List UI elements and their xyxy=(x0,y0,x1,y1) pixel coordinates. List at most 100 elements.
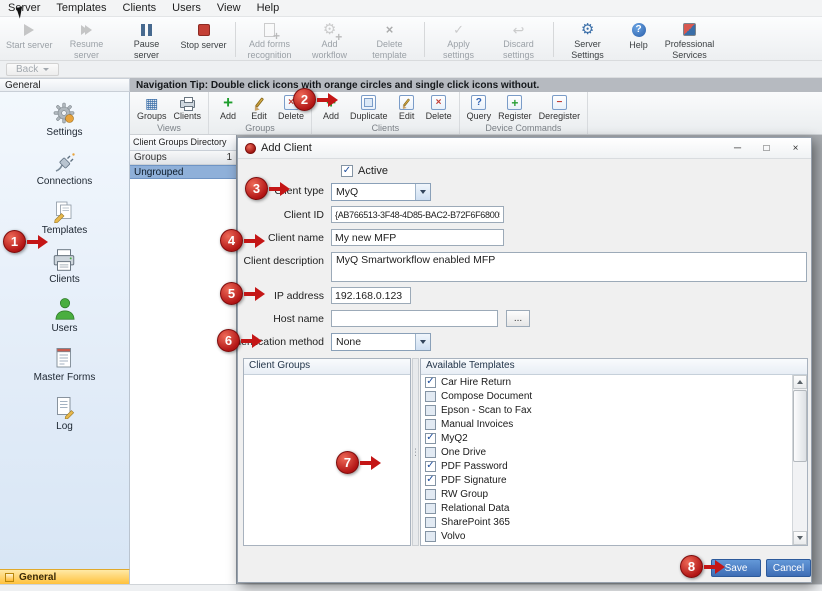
ribbon-button-clients-delete[interactable]: ×Delete xyxy=(424,93,454,121)
checkbox-myq2[interactable] xyxy=(425,433,436,444)
ribbon-button-groups-edit[interactable]: Edit xyxy=(245,93,273,121)
active-checkbox[interactable] xyxy=(341,165,353,177)
sidebar-item-label: Clients xyxy=(49,274,80,285)
client-name-input[interactable] xyxy=(331,229,504,246)
ribbon-group-buttons: +AddEdit×Delete xyxy=(214,93,306,123)
authentication-method-select[interactable]: None xyxy=(331,333,431,351)
template-row-car-hire-return[interactable]: Car Hire Return xyxy=(421,375,792,389)
ribbon-button-groups-delete[interactable]: ×Delete xyxy=(276,93,306,121)
checkbox-sharepoint-365[interactable] xyxy=(425,517,436,528)
ribbon-button-clients-edit[interactable]: Edit xyxy=(393,93,421,121)
checkbox-volvo[interactable] xyxy=(425,531,436,542)
toolbar-button-help[interactable]: ?Help xyxy=(618,19,660,60)
groups-header[interactable]: Groups 1 xyxy=(130,151,236,165)
template-row-myq2[interactable]: MyQ2 xyxy=(421,431,792,445)
template-row-manual-invoices[interactable]: Manual Invoices xyxy=(421,417,792,431)
sidebar-item-clients[interactable]: Clients xyxy=(49,247,80,285)
client-groups-list[interactable] xyxy=(244,375,410,545)
ribbon-button-clients-duplicate[interactable]: Duplicate xyxy=(348,93,390,121)
template-row-relational-data[interactable]: Relational Data xyxy=(421,501,792,515)
template-label: Relational Data xyxy=(441,503,509,514)
ribbon-button-views-clients[interactable]: Clients xyxy=(172,93,204,121)
ribbon-button-label: Deregister xyxy=(539,111,581,121)
sidebar-item-label: Templates xyxy=(42,225,88,236)
template-label: Car Hire Return xyxy=(441,377,511,388)
scroll-down-icon[interactable] xyxy=(793,531,807,545)
gear-icon xyxy=(52,100,76,126)
ip-address-input[interactable] xyxy=(331,287,411,304)
authentication-method-label: Authentication method xyxy=(220,336,325,348)
ribbon-group-label: Views xyxy=(135,123,203,134)
toolbar-button-add-workflow: ⚙Add workflow xyxy=(300,19,360,60)
ribbon-button-device-commands-query[interactable]: ?Query xyxy=(465,93,494,121)
ribbon-group-groups: +AddEdit×DeleteGroups xyxy=(209,92,312,134)
add-client-dialog: Add Client ─ □ × Active Client type MyQ … xyxy=(237,137,812,583)
sidebar-item-settings[interactable]: Settings xyxy=(46,100,82,138)
sidebar-item-connections[interactable]: Connections xyxy=(37,149,93,187)
ribbon-button-clients-add[interactable]: +Add xyxy=(317,93,345,121)
dialog-title-bar[interactable]: Add Client ─ □ × xyxy=(238,138,811,159)
menu-templates[interactable]: Templates xyxy=(48,1,114,16)
toolbar-separator xyxy=(553,22,554,57)
host-name-browse-button[interactable]: ... xyxy=(506,310,530,327)
panel-splitter[interactable] xyxy=(412,358,419,546)
menu-view[interactable]: View xyxy=(209,1,249,16)
client-type-value: MyQ xyxy=(332,184,415,200)
template-row-rw-group[interactable]: RW Group xyxy=(421,487,792,501)
toolbar-button-discard-settings: ↩Discard settings xyxy=(489,19,549,60)
ribbon-button-label: Delete xyxy=(278,111,304,121)
checkbox-compose-document[interactable] xyxy=(425,391,436,402)
scroll-up-icon[interactable] xyxy=(793,375,807,389)
toolbar-button-server-settings[interactable]: ⚙Server Settings xyxy=(558,19,618,60)
menu-help[interactable]: Help xyxy=(249,1,288,16)
maximize-button[interactable]: □ xyxy=(752,139,781,158)
back-button: Back xyxy=(6,63,59,76)
sidebar-item-log[interactable]: Log xyxy=(53,394,77,432)
minimize-button[interactable]: ─ xyxy=(723,139,752,158)
template-row-compose-document[interactable]: Compose Document xyxy=(421,389,792,403)
checkbox-car-hire-return[interactable] xyxy=(425,377,436,388)
client-type-select[interactable]: MyQ xyxy=(331,183,431,201)
checkbox-epson-scan-to-fax[interactable] xyxy=(425,405,436,416)
ribbon-button-device-commands-deregister[interactable]: −Deregister xyxy=(537,93,583,121)
edit-frame-icon xyxy=(399,94,414,111)
ribbon-button-groups-add[interactable]: +Add xyxy=(214,93,242,121)
menu-clients[interactable]: Clients xyxy=(115,1,165,16)
client-id-input[interactable] xyxy=(331,206,504,223)
client-description-input[interactable]: MyQ Smartworkflow enabled MFP xyxy=(331,252,807,282)
template-row-volvo[interactable]: Volvo xyxy=(421,529,792,543)
toolbar-button-label: Resume server xyxy=(61,39,113,60)
sidebar-item-users[interactable]: Users xyxy=(51,296,77,334)
checkbox-pdf-signature[interactable] xyxy=(425,475,436,486)
toolbar-button-professional-services[interactable]: Professional Services xyxy=(660,19,720,60)
host-name-input[interactable] xyxy=(331,310,498,327)
group-item-ungrouped[interactable]: Ungrouped xyxy=(130,165,236,179)
back-toolbar: Back xyxy=(0,61,822,78)
sidebar-item-templates[interactable]: Templates xyxy=(42,198,88,236)
ribbon-button-device-commands-register[interactable]: +Register xyxy=(496,93,534,121)
checkbox-relational-data[interactable] xyxy=(425,503,436,514)
template-row-epson-scan-to-fax[interactable]: Epson - Scan to Fax xyxy=(421,403,792,417)
ribbon-group-clients: +AddDuplicateEdit×DeleteClients xyxy=(312,92,460,134)
save-button[interactable]: Save xyxy=(711,559,761,577)
checkbox-manual-invoices[interactable] xyxy=(425,419,436,430)
checkbox-rw-group[interactable] xyxy=(425,489,436,500)
checkbox-one-drive[interactable] xyxy=(425,447,436,458)
checkbox-pdf-password[interactable] xyxy=(425,461,436,472)
sidebar-footer-general[interactable]: General xyxy=(0,569,130,584)
template-label: PDF Signature xyxy=(441,475,507,486)
template-row-one-drive[interactable]: One Drive xyxy=(421,445,792,459)
close-button[interactable]: × xyxy=(781,139,810,158)
template-row-pdf-password[interactable]: PDF Password xyxy=(421,459,792,473)
template-row-pdf-signature[interactable]: PDF Signature xyxy=(421,473,792,487)
toolbar-button-pause-server[interactable]: Pause server xyxy=(117,19,177,60)
template-row-sharepoint-365[interactable]: SharePoint 365 xyxy=(421,515,792,529)
ribbon-button-views-groups[interactable]: ▦Groups xyxy=(135,93,169,121)
scrollbar-thumb[interactable] xyxy=(793,390,807,462)
toolbar-button-stop-server[interactable]: Stop server xyxy=(177,19,231,60)
professional-services-icon xyxy=(683,21,696,38)
templates-scrollbar[interactable] xyxy=(792,375,807,545)
sidebar-item-master-forms[interactable]: Master Forms xyxy=(34,345,96,383)
cancel-button[interactable]: Cancel xyxy=(766,559,811,577)
menu-users[interactable]: Users xyxy=(164,1,209,16)
